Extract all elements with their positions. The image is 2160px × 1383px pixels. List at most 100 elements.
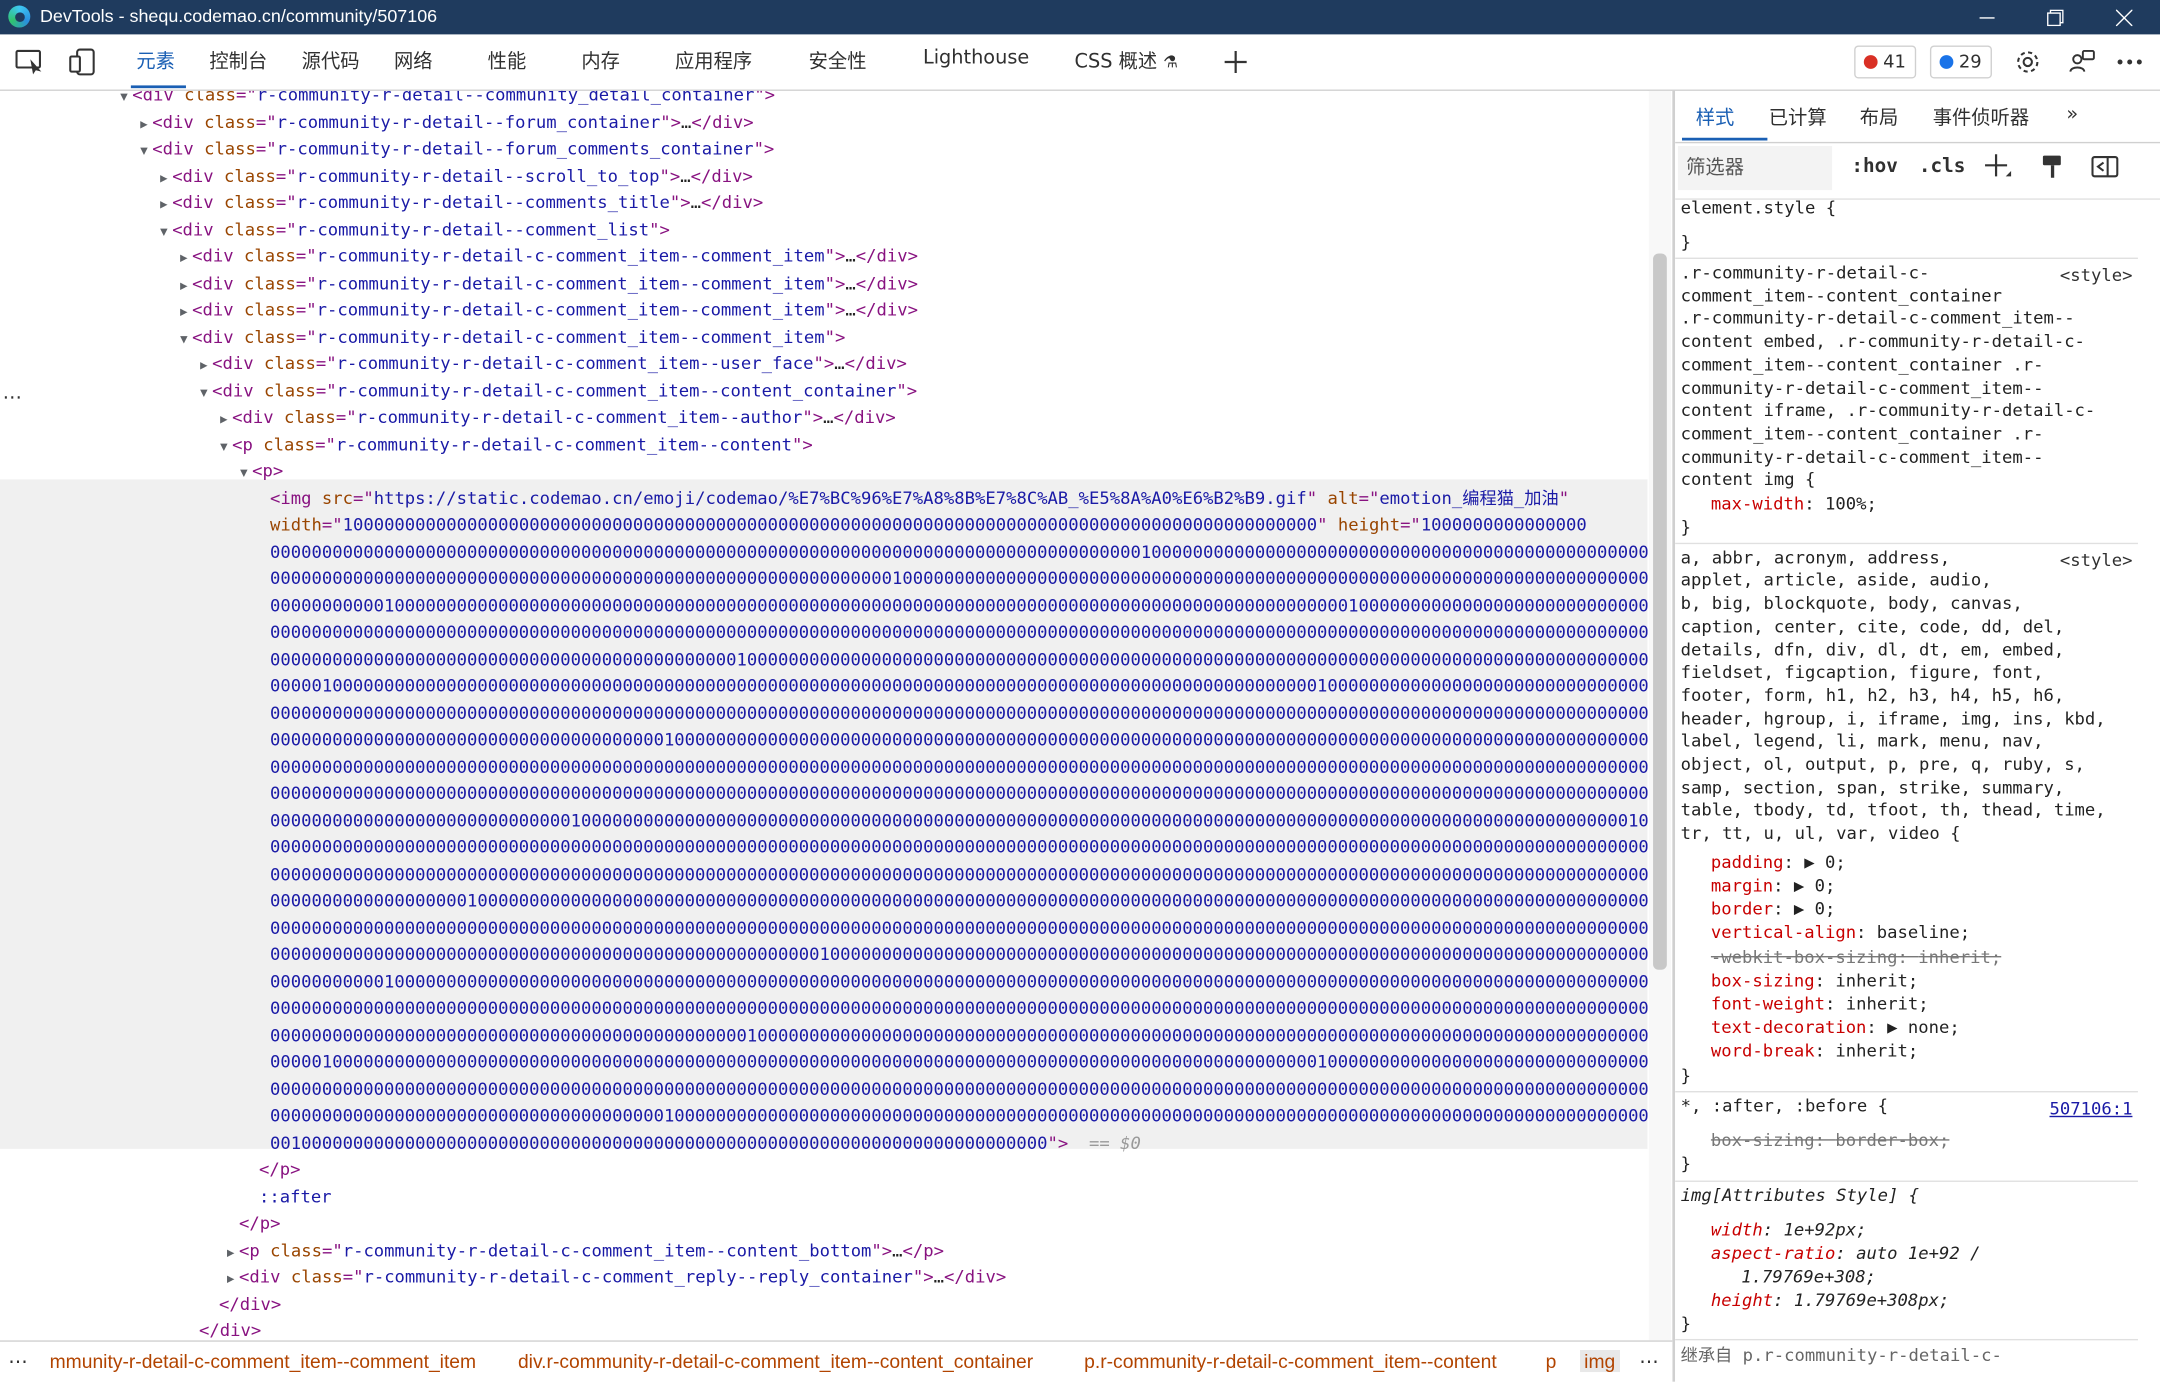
css-value[interactable]: 1.79769e+308px; bbox=[1794, 1289, 1950, 1310]
breadcrumb-ellipsis-icon[interactable]: ⋯ bbox=[8, 1350, 27, 1373]
dom-node-line[interactable]: ▶ <div class="r-community-r-detail-c-comm… bbox=[176, 269, 918, 296]
tab-application[interactable]: 应用程序 bbox=[675, 47, 752, 75]
node-actions-ellipsis-icon[interactable]: ⋯ bbox=[3, 387, 22, 409]
css-declaration[interactable]: font-weight: inherit; bbox=[1711, 993, 1929, 1016]
tab-network[interactable]: 网络 bbox=[394, 47, 433, 75]
css-value[interactable]: inherit; bbox=[1846, 993, 1929, 1014]
new-style-rule-icon[interactable] bbox=[1984, 153, 2012, 186]
css-property[interactable]: box-sizing bbox=[1711, 1129, 1815, 1150]
tab-sources[interactable]: 源代码 bbox=[302, 47, 360, 75]
dom-node-line[interactable]: ▶ <div class="r-community-r-detail-c-comm… bbox=[176, 296, 918, 323]
css-property[interactable]: padding bbox=[1711, 851, 1784, 872]
tab-elements[interactable]: 元素 bbox=[136, 47, 175, 75]
img-node-line[interactable]: <img src="https://static.codemao.cn/emoj… bbox=[270, 484, 1569, 511]
dom-node-line[interactable]: </div> bbox=[183, 1317, 261, 1341]
css-declaration[interactable]: height: 1.79769e+308px; bbox=[1711, 1289, 1949, 1312]
expand-down-arrow-icon[interactable]: ▼ bbox=[236, 461, 253, 488]
tab-styles[interactable]: 样式 bbox=[1696, 103, 1735, 131]
breadcrumb-item[interactable]: div.r-community-r-detail-c-comment_item-… bbox=[518, 1350, 1033, 1372]
inspect-element-icon[interactable] bbox=[12, 44, 48, 80]
css-property[interactable]: word-break bbox=[1711, 1041, 1815, 1062]
css-value[interactable]: ▶ 0; bbox=[1794, 875, 1835, 896]
css-declaration[interactable]: vertical-align: baseline; bbox=[1711, 922, 1970, 945]
feedback-icon[interactable] bbox=[2064, 44, 2100, 80]
cls-toggle[interactable]: .cls bbox=[1919, 156, 1965, 178]
expand-down-arrow-icon[interactable]: ▼ bbox=[176, 327, 193, 354]
css-property[interactable]: height bbox=[1711, 1289, 1773, 1310]
css-value[interactable]: 1.79769e+308; bbox=[1741, 1265, 1876, 1286]
errors-badge[interactable]: 41 bbox=[1854, 45, 1916, 79]
dom-node-line[interactable]: ▼ <p> bbox=[236, 457, 283, 484]
css-property[interactable]: width bbox=[1711, 1219, 1763, 1240]
dom-node-line[interactable]: ▶ <div class="r-community-r-detail-c-comm… bbox=[222, 1263, 1006, 1290]
dom-node-line[interactable]: ▼ <p class="r-community-r-detail-c-commen… bbox=[216, 430, 813, 457]
css-value[interactable]: inherit; bbox=[1835, 1041, 1918, 1062]
minimize-button[interactable] bbox=[1953, 0, 2019, 34]
css-declaration[interactable]: box-sizing: border-box; bbox=[1711, 1129, 1949, 1152]
css-property[interactable]: margin bbox=[1711, 875, 1773, 896]
hov-toggle[interactable]: :hov bbox=[1851, 156, 1897, 178]
tab-console[interactable]: 控制台 bbox=[209, 47, 267, 75]
css-declaration[interactable]: text-decoration: ▶ none; bbox=[1711, 1017, 1960, 1040]
css-value[interactable]: baseline; bbox=[1877, 922, 1970, 943]
dom-scrollbar[interactable] bbox=[1648, 90, 1671, 1341]
expand-down-arrow-icon[interactable]: ▼ bbox=[116, 91, 133, 112]
rule-source-link[interactable]: 507106:1 bbox=[2049, 1097, 2132, 1118]
dom-node-line[interactable]: ▶ <div class="r-community-r-detail-c-comm… bbox=[196, 350, 907, 377]
settings-gear-icon[interactable] bbox=[2010, 44, 2046, 80]
dom-node-line[interactable]: ▼ <div class="r-community-r-detail--commu… bbox=[116, 91, 775, 108]
dom-node-line[interactable]: </p> bbox=[222, 1209, 280, 1236]
breadcrumb-scroll-ellipsis-icon[interactable]: ⋯ bbox=[1639, 1350, 1658, 1373]
img-node-attr-line[interactable]: width="100000000000000000000000000000000… bbox=[270, 511, 1587, 538]
css-property[interactable]: font-weight bbox=[1711, 993, 1825, 1014]
css-declaration[interactable]: margin: ▶ 0; bbox=[1711, 875, 1835, 898]
css-value[interactable]: ▶ 0; bbox=[1804, 851, 1845, 872]
css-property[interactable]: text-decoration bbox=[1711, 1017, 1867, 1038]
expand-down-arrow-icon[interactable]: ▼ bbox=[156, 220, 173, 247]
tab-performance[interactable]: 性能 bbox=[488, 47, 527, 75]
tab-memory[interactable]: 内存 bbox=[581, 47, 620, 75]
tab-css-overview[interactable]: CSS 概述 ⚗ bbox=[1074, 47, 1178, 75]
expand-down-arrow-icon[interactable]: ▼ bbox=[196, 381, 213, 408]
more-tabs-plus-icon[interactable] bbox=[1218, 44, 1254, 80]
issues-badge[interactable]: 29 bbox=[1929, 45, 1992, 79]
close-button[interactable] bbox=[2091, 0, 2157, 34]
device-emulation-icon[interactable] bbox=[65, 44, 101, 80]
css-value[interactable]: border-box; bbox=[1835, 1129, 1949, 1150]
dom-node-line[interactable]: ▶ <div class="r-community-r-detail-c-comm… bbox=[216, 404, 896, 431]
paint-roller-icon[interactable] bbox=[2040, 154, 2065, 184]
css-property[interactable]: -webkit-box-sizing bbox=[1711, 946, 1898, 967]
css-property[interactable]: aspect-ratio bbox=[1711, 1242, 1835, 1263]
css-property[interactable]: box-sizing bbox=[1711, 970, 1815, 991]
breadcrumb-item[interactable]: p bbox=[1546, 1350, 1557, 1372]
dom-node-line[interactable]: ▶ <div class="r-community-r-detail--scrol… bbox=[156, 162, 753, 189]
expand-down-arrow-icon[interactable]: ▼ bbox=[216, 435, 233, 462]
breadcrumb-item[interactable]: mmunity-r-detail-c-comment_item--comment… bbox=[50, 1350, 477, 1372]
expand-down-arrow-icon[interactable]: ▼ bbox=[136, 139, 153, 166]
restore-button[interactable] bbox=[2022, 0, 2088, 34]
breadcrumb-item-selected[interactable]: img bbox=[1580, 1350, 1620, 1373]
css-property[interactable]: max-width bbox=[1711, 493, 1804, 514]
dom-node-line[interactable]: ▼ <div class="r-community-r-detail-c-comm… bbox=[176, 323, 845, 350]
dom-node-line[interactable]: ▶ <p class="r-community-r-detail-c-commen… bbox=[222, 1236, 944, 1263]
css-declaration[interactable]: width: 1e+92px; bbox=[1711, 1219, 1867, 1242]
dom-node-line[interactable]: ▶ <div class="r-community-r-detail--comme… bbox=[156, 189, 763, 216]
dom-node-line[interactable]: ▼ <div class="r-community-r-detail--forum… bbox=[136, 135, 774, 162]
css-property[interactable]: border bbox=[1711, 898, 1773, 919]
tab-layout[interactable]: 布局 bbox=[1860, 103, 1899, 131]
css-value[interactable]: 1e+92px; bbox=[1784, 1219, 1867, 1240]
css-declaration[interactable]: box-sizing: inherit; bbox=[1711, 970, 1918, 993]
dom-node-line[interactable]: ▼ <div class="r-community-r-detail--comme… bbox=[156, 216, 670, 243]
css-declaration[interactable]: word-break: inherit; bbox=[1711, 1041, 1918, 1064]
dom-node-line[interactable]: </p> bbox=[242, 1156, 300, 1183]
css-value[interactable]: ▶ 0; bbox=[1794, 898, 1835, 919]
css-value[interactable]: 100%; bbox=[1825, 493, 1877, 514]
css-value[interactable]: inherit; bbox=[1835, 970, 1918, 991]
dom-node-line[interactable]: ▶ <div class="r-community-r-detail--forum… bbox=[136, 108, 753, 135]
css-value[interactable]: auto 1e+92 / bbox=[1856, 1242, 1980, 1263]
styles-filter-input[interactable]: 筛选器 bbox=[1677, 146, 1833, 191]
dom-tree-panel[interactable]: ▼ <div class="r-community-r-detail--commu… bbox=[0, 90, 1648, 1341]
tab-event-listeners[interactable]: 事件侦听器 bbox=[1933, 103, 2029, 131]
tab-lighthouse[interactable]: Lighthouse bbox=[923, 47, 1029, 69]
css-declaration[interactable]: -webkit-box-sizing: inherit; bbox=[1711, 946, 2001, 969]
